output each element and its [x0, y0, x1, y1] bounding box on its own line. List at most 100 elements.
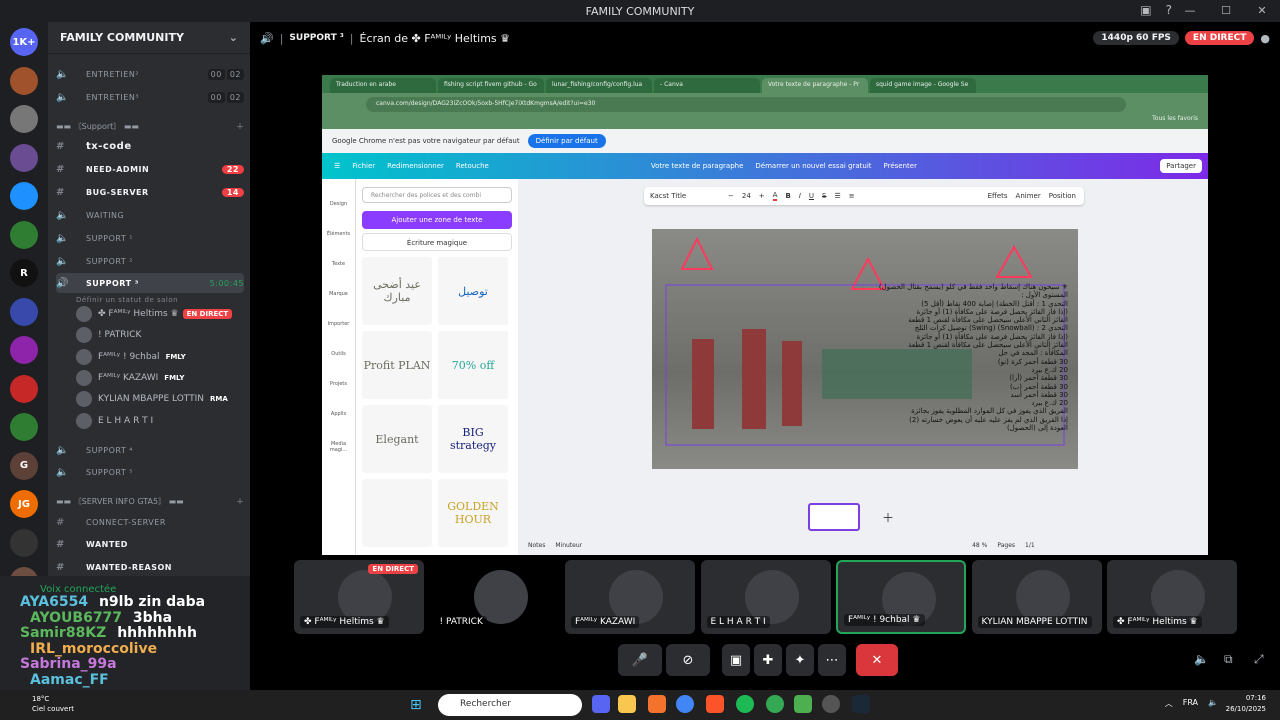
server-icon[interactable] — [10, 297, 38, 326]
rail-item[interactable]: Outils — [322, 351, 355, 357]
url-field[interactable]: canva.com/design/DAG23iZcOOk/5oxb-5HfCJe… — [366, 96, 1126, 112]
rail-item[interactable]: Éléments — [322, 231, 355, 237]
text-template[interactable] — [362, 479, 432, 547]
font-select[interactable]: Kacst Title — [650, 192, 720, 200]
zoom-level[interactable]: 48 % — [972, 542, 987, 549]
browser-tab[interactable]: - Canva — [654, 78, 760, 93]
participant-tile[interactable]: E L H A R T I — [700, 560, 831, 634]
minimize-button[interactable]: — — [1172, 0, 1208, 22]
timer-button[interactable]: Minuteur — [555, 542, 582, 549]
design-canvas[interactable]: ⚜ سيحون هناك إسقاط واحد فقط في كلو (يسمح… — [652, 229, 1078, 469]
font-size-decrease[interactable]: − — [728, 192, 734, 200]
edit-menu[interactable]: Retouche — [456, 162, 489, 170]
effects-button[interactable]: Effets — [988, 192, 1008, 200]
taskbar-search[interactable]: Rechercher — [438, 694, 582, 716]
channel-support-1[interactable]: 🔈 SUPPORT ¹ — [56, 228, 244, 248]
category-server-info[interactable]: ▬▬ 〘SERVER INFO GTA5〙 ▬▬ ＋ — [56, 493, 244, 509]
strikethrough-icon[interactable]: S — [822, 192, 826, 200]
popout-icon[interactable]: ⧉ — [1224, 652, 1233, 667]
server-icon[interactable]: JG — [10, 490, 38, 518]
brave-app-icon[interactable] — [706, 695, 724, 713]
voice-user[interactable]: ! PATRICK — [76, 325, 244, 345]
browser-tab[interactable]: fishing script fivem github - Go — [438, 78, 544, 93]
spotify-app-icon[interactable] — [736, 695, 754, 713]
add-page-icon[interactable]: ＋ — [882, 509, 894, 526]
browser-tab[interactable]: lunar_fishing/config/config.lua — [546, 78, 652, 93]
server-icon[interactable] — [10, 336, 38, 364]
browser-tab[interactable]: Votre texte de paragraphe - Pr — [762, 78, 868, 93]
server-icon[interactable] — [10, 105, 38, 133]
pages-button[interactable]: Pages — [997, 542, 1015, 549]
soundboard-button[interactable]: ✦ — [786, 644, 814, 676]
chat-icon[interactable]: ● — [1260, 32, 1270, 45]
italic-icon[interactable]: I — [799, 192, 801, 200]
rail-item[interactable]: Media magi... — [322, 441, 355, 453]
notes-button[interactable]: Notes — [528, 542, 545, 549]
app-icon-2[interactable] — [794, 695, 812, 713]
voice-user[interactable]: KYLIAN MBAPPE LOTTIN RMA — [76, 389, 244, 409]
voice-user[interactable]: E L H A R T I — [76, 411, 244, 431]
explorer-app-icon[interactable] — [618, 695, 636, 713]
channel-bug-server[interactable]: # BUG-SERVER 14 — [56, 182, 244, 202]
add-channel-icon[interactable]: ＋ — [236, 496, 244, 507]
browser-tab[interactable]: squid game image - Google Se — [870, 78, 976, 93]
set-default-button[interactable]: Définir par défaut — [527, 134, 606, 148]
weather-widget[interactable]: 18°C Ciel couvert — [12, 694, 74, 714]
text-color-icon[interactable]: A — [772, 191, 778, 201]
app-icon[interactable] — [648, 695, 666, 713]
language-indicator[interactable]: FRA — [1183, 698, 1198, 709]
animate-button[interactable]: Animer — [1016, 192, 1041, 200]
server-icon[interactable] — [10, 143, 38, 172]
server-icon[interactable]: R — [10, 259, 38, 287]
activities-button[interactable]: ✚ — [754, 644, 782, 676]
channel-connect-server[interactable]: # CONNECT-SERVER — [56, 512, 244, 532]
bold-icon[interactable]: B — [785, 192, 790, 200]
position-button[interactable]: Position — [1049, 192, 1076, 200]
disconnect-button[interactable]: ✕ — [856, 644, 898, 676]
clock[interactable]: 07:16 26/10/2025 — [1226, 693, 1266, 715]
participant-tile[interactable]: ✤ Fᴬᴹᴵᴸʸ Heltims ♛ — [1107, 560, 1237, 634]
channel-entretien-3[interactable]: 🔈 ENTRETIEN ³ 00 02 — [56, 87, 244, 107]
channel-tx-code[interactable]: # tx-code — [56, 136, 244, 156]
rail-item[interactable]: Applis — [322, 411, 355, 417]
server-icon[interactable] — [10, 374, 38, 403]
slide-text[interactable]: ⚜ سيحون هناك إسقاط واحد فقط في كلو (يسمح… — [858, 283, 1068, 432]
server-icon[interactable]: G — [10, 451, 38, 480]
resize-menu[interactable]: Redimensionner — [387, 162, 444, 170]
text-template[interactable]: 70% off — [438, 331, 508, 399]
share-button[interactable]: Partager — [1160, 159, 1202, 173]
close-button[interactable]: ✕ — [1244, 0, 1280, 22]
channel-entretien-2[interactable]: 🔈 ENTRETIEN ² 00 02 — [56, 64, 244, 84]
participant-tile[interactable]: Fᴬᴹᴵᴸʸ KAZAWI — [565, 560, 695, 634]
list-icon[interactable]: ≡ — [849, 192, 855, 200]
text-template[interactable]: توصيل — [438, 257, 508, 325]
channel-wanted-reason[interactable]: # WANTED-REASON — [56, 557, 244, 577]
chrome-app-icon[interactable] — [676, 695, 694, 713]
server-icon[interactable]: 1K+ — [10, 28, 38, 56]
participant-tile[interactable]: ! PATRICK — [429, 560, 560, 634]
server-icon[interactable] — [10, 66, 38, 95]
font-size-field[interactable]: 24 — [742, 192, 751, 200]
more-button[interactable]: ⋯ — [818, 644, 846, 676]
rail-item[interactable]: Projets — [322, 381, 355, 387]
channel-need-admin[interactable]: # NEED-ADMIN 22 — [56, 159, 244, 179]
channel-support-5[interactable]: 🔈 SUPPORT ⁵ — [56, 462, 244, 482]
rail-item[interactable]: Marque — [322, 291, 355, 297]
chevron-down-icon[interactable]: ⌄ — [229, 31, 238, 44]
channel-support-2[interactable]: 🔈 SUPPORT ² — [56, 251, 244, 271]
rail-item[interactable]: Importer — [322, 321, 355, 327]
server-header[interactable]: FAMILY COMMUNITY ⌄ — [48, 22, 250, 54]
underline-icon[interactable]: U — [809, 192, 814, 200]
present-button[interactable]: Présenter — [884, 162, 917, 170]
obs-app-icon[interactable] — [822, 695, 840, 713]
trial-button[interactable]: Démarrer un nouvel essai gratuit — [755, 162, 871, 170]
tray-chevron-icon[interactable]: ︿ — [1165, 698, 1173, 709]
steam-app-icon[interactable] — [852, 695, 870, 713]
server-icon[interactable] — [10, 220, 38, 249]
discord-app-icon[interactable] — [592, 695, 610, 713]
participant-tile[interactable]: Fᴬᴹᴵᴸʸ ! 9chbal ♛ — [836, 560, 966, 634]
volume-icon[interactable]: 🔈 — [1194, 652, 1209, 666]
microphone-button[interactable]: 🎤 — [618, 644, 662, 676]
text-template[interactable]: BIG strategy — [438, 405, 508, 473]
font-size-increase[interactable]: + — [759, 192, 765, 200]
